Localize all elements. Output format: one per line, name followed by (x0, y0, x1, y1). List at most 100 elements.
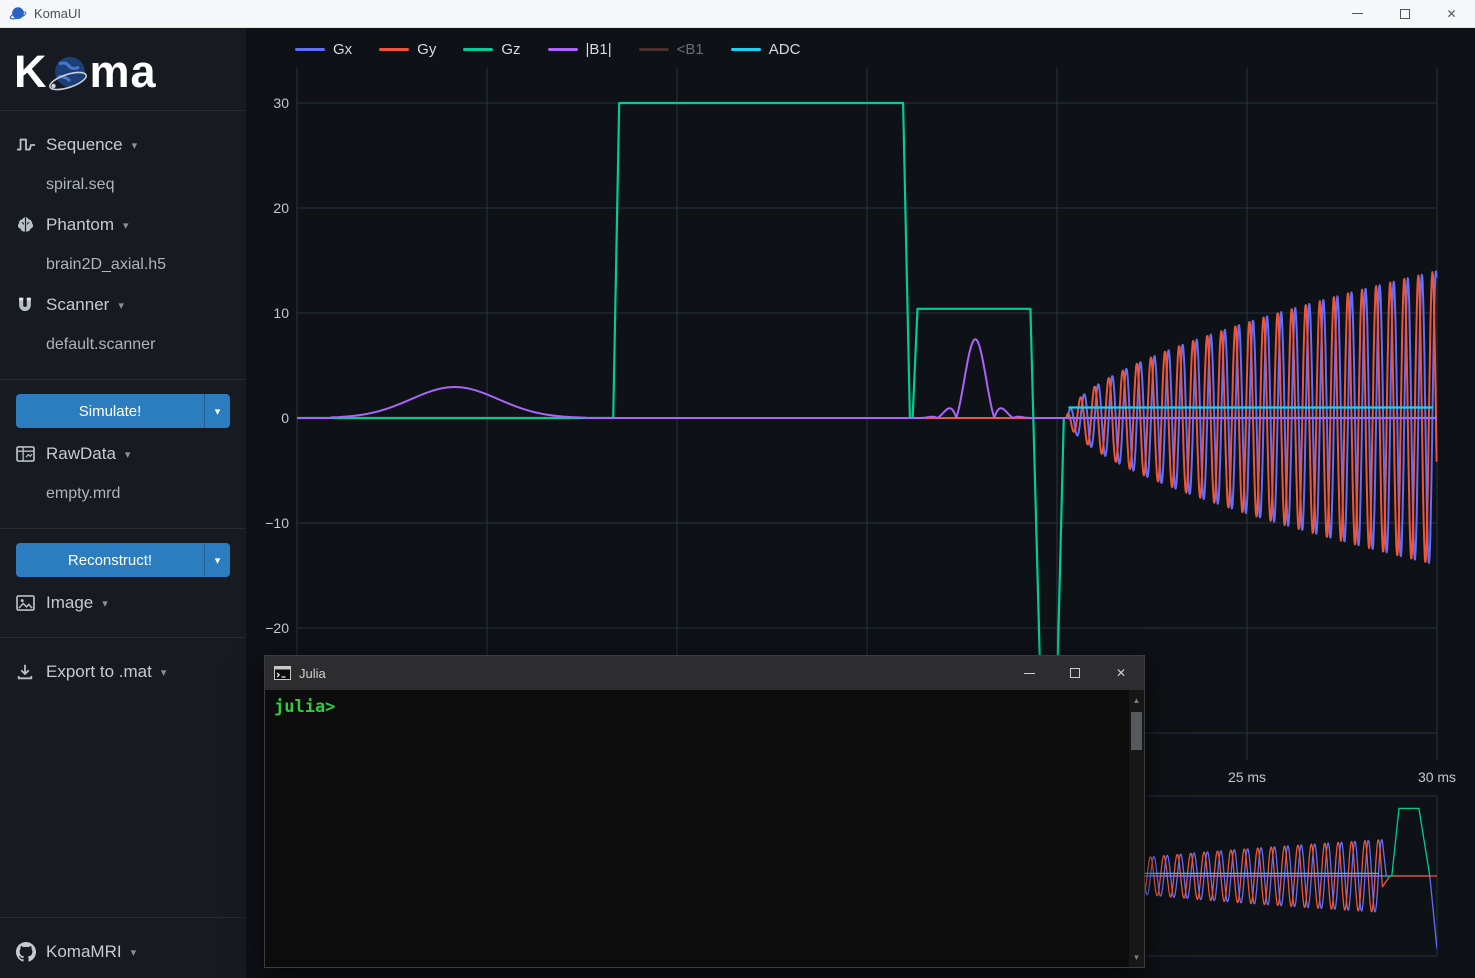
scrollbar-thumb[interactable] (1131, 712, 1142, 750)
chevron-down-icon: ▾ (123, 219, 129, 232)
julia-maximize-button[interactable] (1052, 656, 1098, 690)
minimize-button[interactable] (1334, 0, 1381, 27)
globe-icon (49, 51, 89, 97)
chevron-down-icon: ▾ (215, 405, 221, 418)
scroll-up-button[interactable]: ▲ (1129, 692, 1144, 708)
komamri-label: KomaMRI (46, 942, 122, 962)
sidebar-item-sequence[interactable]: Sequence ▾ (0, 125, 246, 165)
app-icon (9, 5, 27, 23)
pulse-icon (16, 137, 46, 153)
window-titlebar[interactable]: KomaUI ✕ (0, 0, 1475, 28)
maximize-icon (1070, 668, 1080, 678)
rawdata-label: RawData (46, 444, 116, 464)
sidebar: K ma Sequence ▾ spiral.seq Phantom ▾ bra (0, 28, 246, 978)
sequence-label: Sequence (46, 135, 123, 155)
simulate-button-label: Simulate! (16, 394, 204, 428)
legend-item-gz[interactable]: Gz (463, 41, 520, 58)
github-icon (16, 942, 46, 962)
chevron-down-icon: ▾ (102, 597, 108, 610)
download-icon (16, 663, 46, 681)
scroll-down-button[interactable]: ▼ (1129, 949, 1144, 965)
julia-scrollbar[interactable]: ▲ ▼ (1129, 690, 1144, 967)
sidebar-item-rawdata[interactable]: RawData ▾ (0, 434, 246, 474)
legend-line-sample (295, 48, 325, 51)
koma-logo: K ma (14, 46, 246, 98)
reconstruct-button-label: Reconstruct! (16, 543, 204, 577)
julia-window-controls: ✕ (1006, 656, 1144, 690)
sidebar-file-empty-mrd[interactable]: empty.mrd (0, 474, 246, 514)
chevron-down-icon: ▾ (118, 299, 124, 312)
sidebar-item-export-mat[interactable]: Export to .mat ▾ (0, 652, 246, 692)
phantom-label: Phantom (46, 215, 114, 235)
console-icon (274, 666, 291, 680)
legend-line-sample (731, 48, 761, 51)
legend-line-sample (639, 48, 669, 51)
scanner-label: Scanner (46, 295, 109, 315)
julia-close-button[interactable]: ✕ (1098, 656, 1144, 690)
minimize-icon (1352, 13, 1363, 14)
image-label: Image (46, 593, 93, 613)
export-label: Export to .mat (46, 662, 152, 682)
window-controls: ✕ (1334, 0, 1475, 27)
reconstruct-dropdown-toggle[interactable]: ▾ (204, 543, 230, 577)
chevron-down-icon: ▾ (125, 448, 131, 461)
maximize-button[interactable] (1381, 0, 1428, 27)
chevron-down-icon: ▾ (215, 554, 221, 567)
y-tick-label: 10 (273, 305, 289, 321)
close-button[interactable]: ✕ (1428, 0, 1475, 27)
sidebar-file-spiral-seq[interactable]: spiral.seq (0, 165, 246, 205)
sidebar-item-phantom[interactable]: Phantom ▾ (0, 205, 246, 245)
legend-item-b1[interactable]: <B1 (639, 41, 704, 58)
y-tick-label: 0 (281, 410, 289, 426)
julia-terminal[interactable]: julia> ▲ ▼ (265, 690, 1144, 967)
julia-window-title: Julia (299, 666, 326, 681)
reconstruct-button[interactable]: Reconstruct! ▾ (16, 543, 230, 577)
sidebar-file-default-scanner[interactable]: default.scanner (0, 325, 246, 365)
legend-item-b1[interactable]: |B1| (548, 41, 612, 58)
y-tick-label: −10 (265, 515, 289, 531)
rawdata-icon (16, 446, 46, 462)
legend-label: ADC (769, 41, 801, 58)
julia-minimize-button[interactable] (1006, 656, 1052, 690)
close-icon: ✕ (1446, 7, 1456, 21)
image-icon (16, 595, 46, 611)
magnet-icon (16, 296, 46, 314)
logo-text-k: K (14, 46, 48, 98)
y-tick-label: 30 (273, 95, 289, 111)
legend-label: Gz (501, 41, 520, 58)
legend-line-sample (463, 48, 493, 51)
chevron-down-icon: ▾ (161, 666, 167, 679)
sidebar-file-brain2d-axial[interactable]: brain2D_axial.h5 (0, 245, 246, 285)
chevron-down-icon: ▾ (132, 139, 138, 152)
brain-icon (16, 216, 46, 234)
close-icon: ✕ (1116, 666, 1126, 680)
simulate-button[interactable]: Simulate! ▾ (16, 394, 230, 428)
window-title: KomaUI (34, 6, 81, 21)
legend-label: Gx (333, 41, 352, 58)
x-tick-label: 30 ms (1418, 769, 1456, 785)
plot-legend: Gx Gy Gz |B1| <B1 ADC (295, 41, 800, 58)
legend-line-sample (548, 48, 578, 51)
chevron-down-icon: ▾ (131, 946, 137, 959)
logo-text-ma: ma (90, 46, 157, 98)
legend-item-adc[interactable]: ADC (731, 41, 801, 58)
legend-item-gy[interactable]: Gy (379, 41, 436, 58)
divider (0, 379, 246, 380)
divider (0, 528, 246, 529)
julia-window[interactable]: Julia ✕ julia> ▲ ▼ (264, 655, 1145, 968)
simulate-dropdown-toggle[interactable]: ▾ (204, 394, 230, 428)
julia-titlebar[interactable]: Julia ✕ (265, 656, 1144, 690)
legend-label: Gy (417, 41, 436, 58)
sidebar-item-komamri-github[interactable]: KomaMRI ▾ (0, 932, 246, 972)
legend-item-gx[interactable]: Gx (295, 41, 352, 58)
julia-prompt: julia> (274, 697, 335, 717)
x-tick-label: 25 ms (1228, 769, 1266, 785)
y-tick-label: 20 (273, 200, 289, 216)
legend-label: <B1 (677, 41, 704, 58)
sidebar-item-scanner[interactable]: Scanner ▾ (0, 285, 246, 325)
legend-line-sample (379, 48, 409, 51)
sidebar-item-image[interactable]: Image ▾ (0, 583, 246, 623)
minimize-icon (1024, 673, 1035, 674)
y-tick-label: −20 (265, 620, 289, 636)
legend-label: |B1| (586, 41, 612, 58)
